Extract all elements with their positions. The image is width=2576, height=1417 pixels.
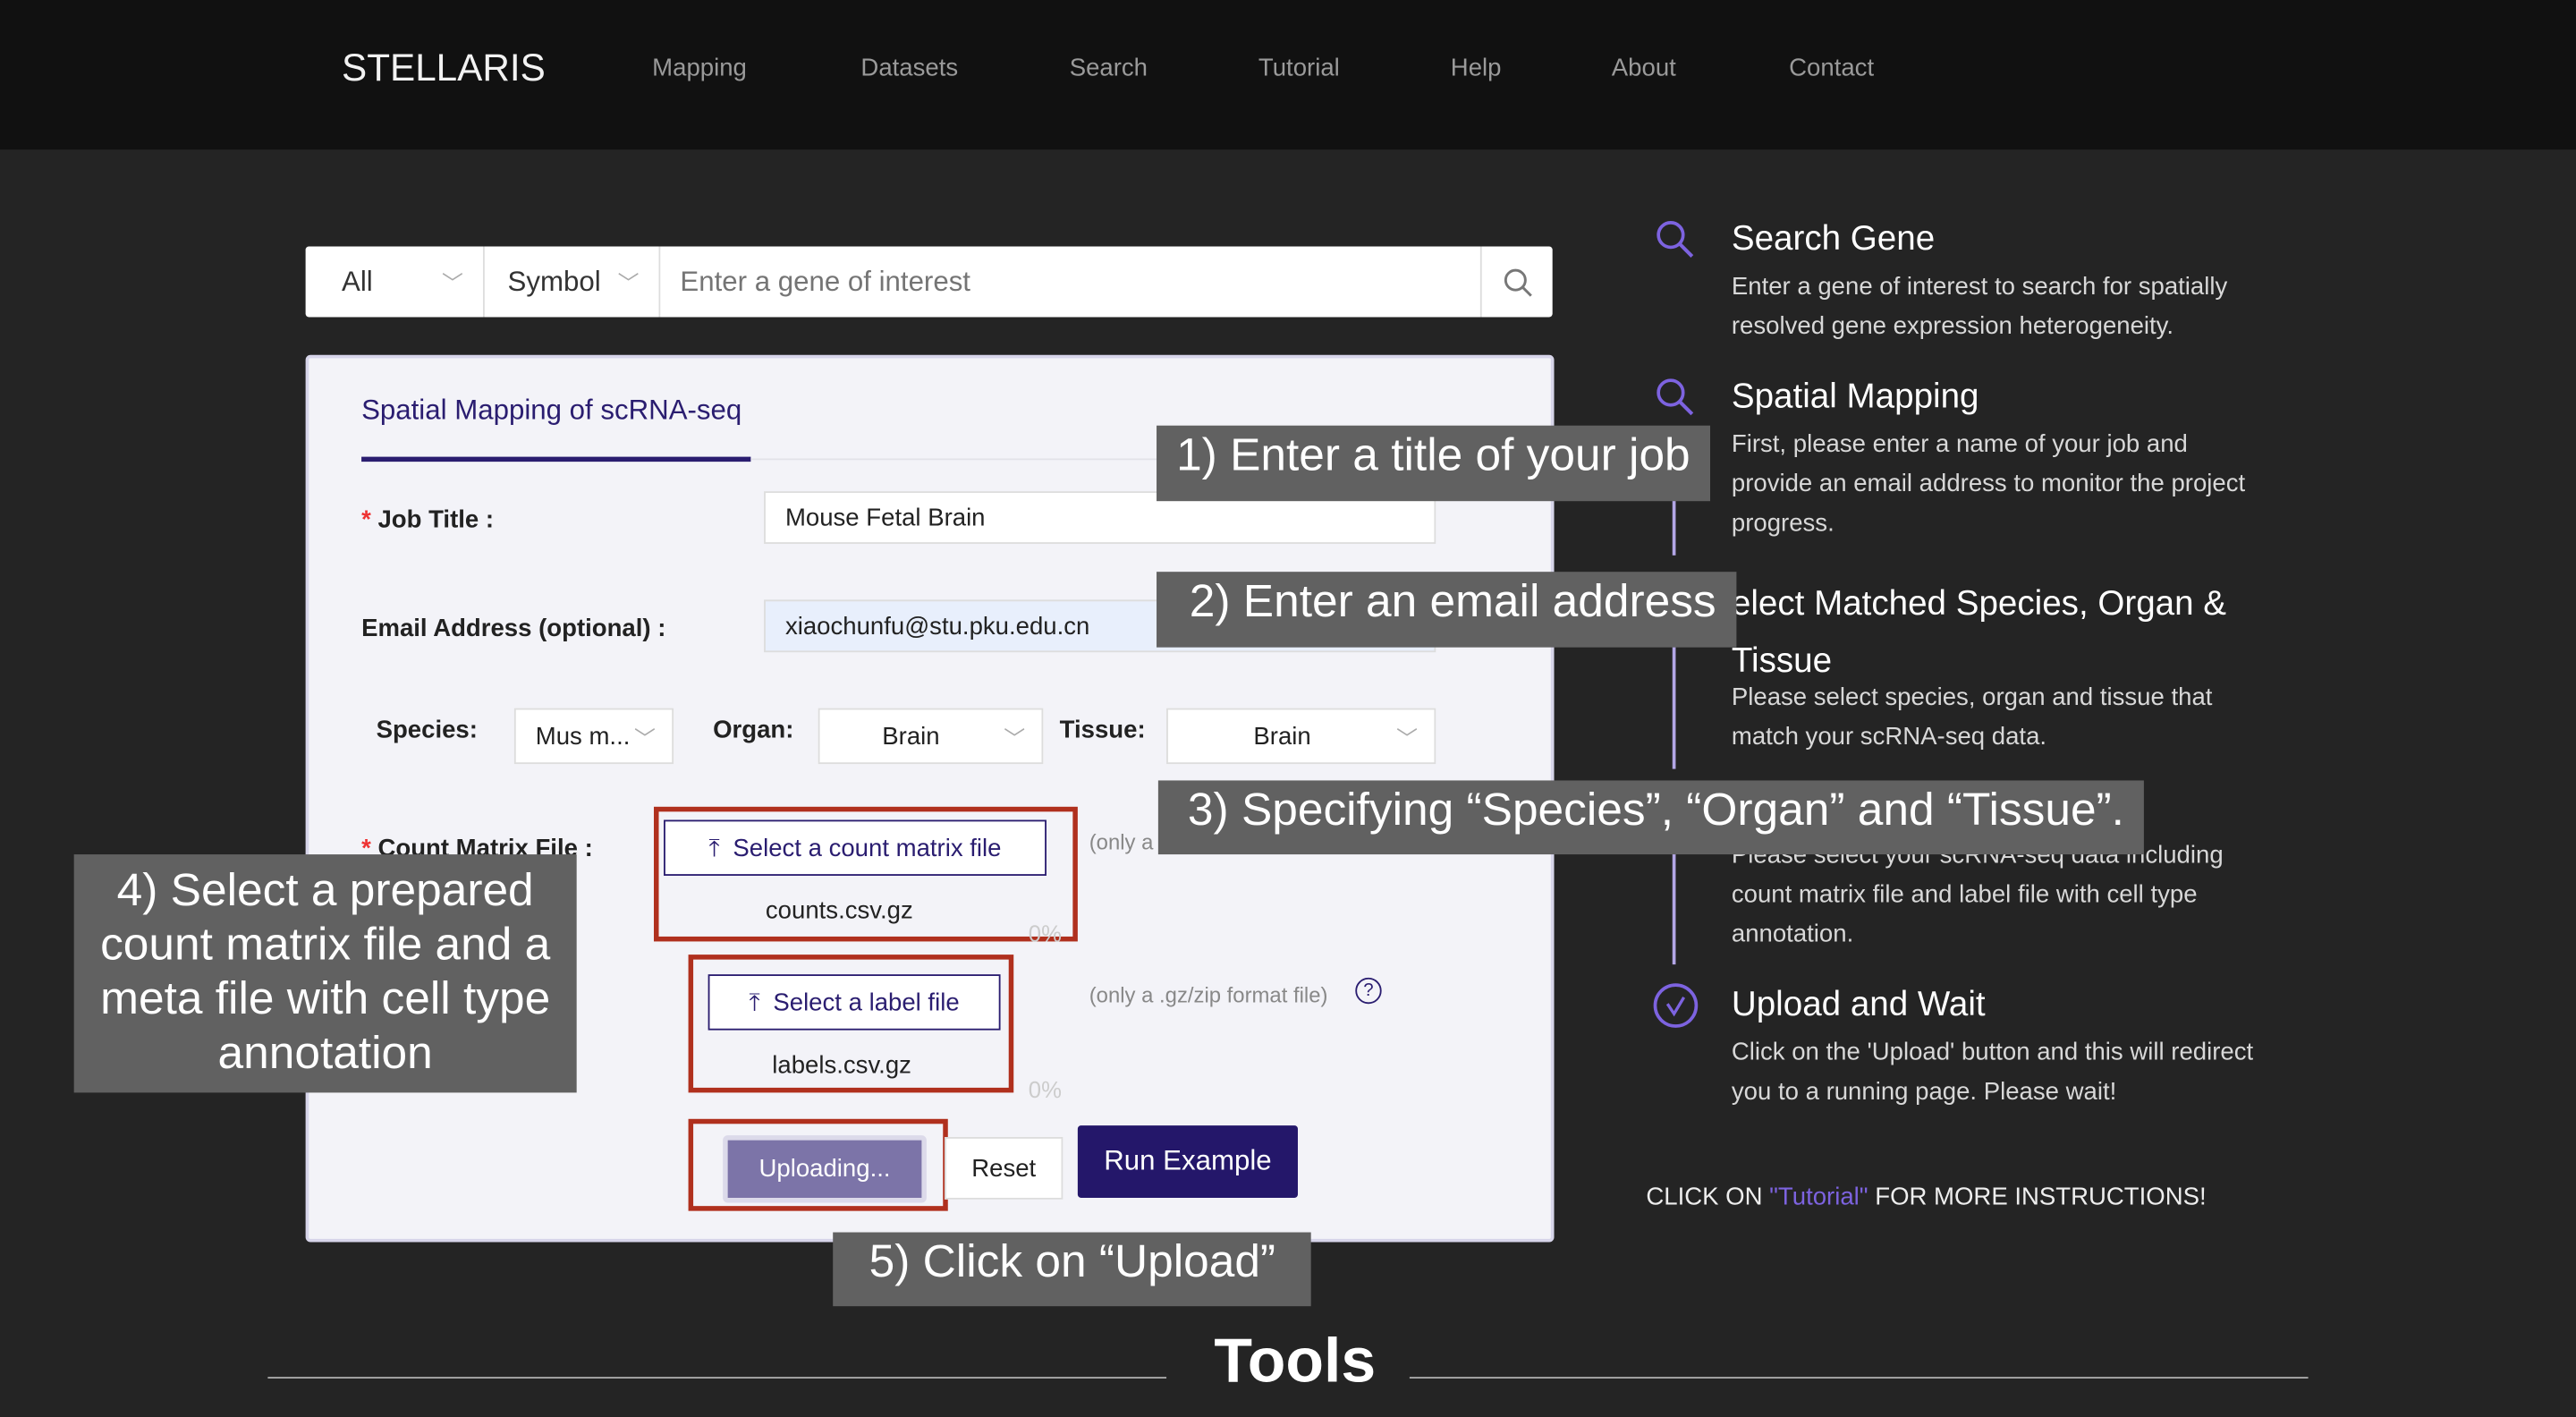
nav-about[interactable]: About — [1612, 55, 1676, 82]
count-hint: (only a — [1089, 829, 1154, 855]
count-file-name: counts.csv.gz — [765, 896, 913, 926]
brand-logo[interactable]: STELLARIS — [342, 46, 546, 90]
chevron-down-icon: ﹀ — [442, 271, 463, 296]
species-select[interactable]: Mus m... ﹀ — [513, 708, 674, 765]
tissue-value: Brain — [1253, 722, 1311, 751]
tutorial-note: CLICK ON "Tutorial" FOR MORE INSTRUCTION… — [1646, 1183, 2206, 1210]
scope-value: All — [342, 265, 373, 297]
callout-step-5: 5) Click on “Upload” — [833, 1232, 1312, 1307]
tissue-select[interactable]: Brain ﹀ — [1166, 708, 1436, 765]
select-label-file-button[interactable]: ⤒ Select a label file — [708, 974, 1001, 1031]
step-connector — [1672, 645, 1676, 769]
nav-search[interactable]: Search — [1070, 55, 1148, 82]
search-icon — [1657, 221, 1694, 258]
check-circle-icon — [1653, 983, 1699, 1028]
run-example-button[interactable]: Run Example — [1077, 1125, 1298, 1198]
nav-mapping[interactable]: Mapping — [652, 55, 747, 82]
note-text: FOR MORE INSTRUCTIONS! — [1868, 1183, 2207, 1211]
step-title: Search Gene — [1731, 220, 1936, 259]
search-button[interactable] — [1479, 246, 1553, 318]
reset-button[interactable]: Reset — [945, 1136, 1063, 1200]
section-title: Tools — [1214, 1328, 1377, 1397]
divider — [1409, 1377, 2309, 1379]
step-desc: First, please enter a name of your job a… — [1731, 430, 2246, 538]
help-icon[interactable]: ? — [1355, 977, 1382, 1005]
field-select[interactable]: Symbol ﹀ — [485, 246, 661, 318]
step-desc: Click on the 'Upload' button and this wi… — [1731, 1038, 2254, 1107]
scope-select[interactable]: All ﹀ — [306, 246, 485, 318]
species-value: Mus m... — [535, 722, 631, 751]
required-mark: * — [361, 505, 371, 534]
chevron-down-icon: ﹀ — [633, 725, 656, 751]
step-title: Spatial Mapping — [1731, 378, 1979, 416]
step-connector — [1672, 493, 1676, 556]
step-desc: Enter a gene of interest to search for s… — [1731, 272, 2228, 341]
nav-datasets[interactable]: Datasets — [860, 55, 958, 82]
tab-underline — [361, 456, 751, 462]
callout-step-3: 3) Specifying “Species”, “Organ” and “Ti… — [1157, 780, 2145, 855]
nav-help[interactable]: Help — [1451, 55, 1502, 82]
tutorial-link[interactable]: "Tutorial" — [1769, 1183, 1868, 1210]
count-progress: 0% — [1028, 920, 1062, 946]
job-title-label: Job Title : — [377, 505, 495, 534]
divider — [267, 1377, 1167, 1379]
step-connector — [1672, 837, 1676, 965]
label-button-label: Select a label file — [773, 988, 960, 1016]
field-value: Symbol — [507, 265, 601, 297]
search-icon — [1503, 267, 1531, 296]
callout-step-4: 4) Select a prepared count matrix file a… — [73, 854, 577, 1093]
gene-search-bar: All ﹀ Symbol ﹀ — [305, 246, 1553, 318]
chevron-down-icon: ﹀ — [617, 271, 640, 296]
step-title: Upload and Wait — [1731, 986, 1986, 1024]
count-button-label: Select a count matrix file — [733, 834, 1002, 862]
callout-step-1: 1) Enter a title of your job — [1157, 425, 1710, 502]
upload-icon: ⤒ — [708, 834, 720, 862]
organ-label: Organ: — [713, 716, 794, 745]
organ-value: Brain — [882, 722, 940, 751]
nav-contact[interactable]: Contact — [1789, 55, 1874, 82]
callout-step-2: 2) Enter an email address — [1157, 572, 1736, 648]
step-desc: Please select species, organ and tissue … — [1731, 683, 2213, 751]
select-count-matrix-button[interactable]: ⤒ Select a count matrix file — [664, 819, 1046, 876]
label-hint: (only a .gz/zip format file) — [1089, 982, 1328, 1007]
label-file-name: labels.csv.gz — [772, 1051, 911, 1080]
organ-select[interactable]: Brain ﹀ — [818, 708, 1044, 765]
chevron-down-icon: ﹀ — [1396, 725, 1419, 751]
gene-search-input[interactable] — [660, 247, 1480, 317]
chevron-down-icon: ﹀ — [1004, 725, 1026, 751]
upload-button[interactable]: Uploading... — [723, 1135, 927, 1203]
step-title: elect Matched Species, Organ & Tissue — [1731, 584, 2227, 681]
search-icon — [1657, 378, 1694, 416]
page: STELLARIS Mapping Datasets Search Tutori… — [0, 0, 2576, 1417]
note-text: CLICK ON — [1646, 1183, 1770, 1211]
tissue-label: Tissue: — [1059, 716, 1146, 745]
tab-spatial-mapping[interactable]: Spatial Mapping of scRNA-seq — [361, 395, 741, 428]
nav-tutorial[interactable]: Tutorial — [1258, 55, 1340, 82]
species-label: Species: — [376, 716, 478, 745]
top-nav: STELLARIS Mapping Datasets Search Tutori… — [0, 0, 2576, 150]
email-label: Email Address (optional) : — [361, 614, 666, 643]
label-progress: 0% — [1028, 1076, 1062, 1103]
upload-icon: ⤒ — [749, 988, 760, 1016]
